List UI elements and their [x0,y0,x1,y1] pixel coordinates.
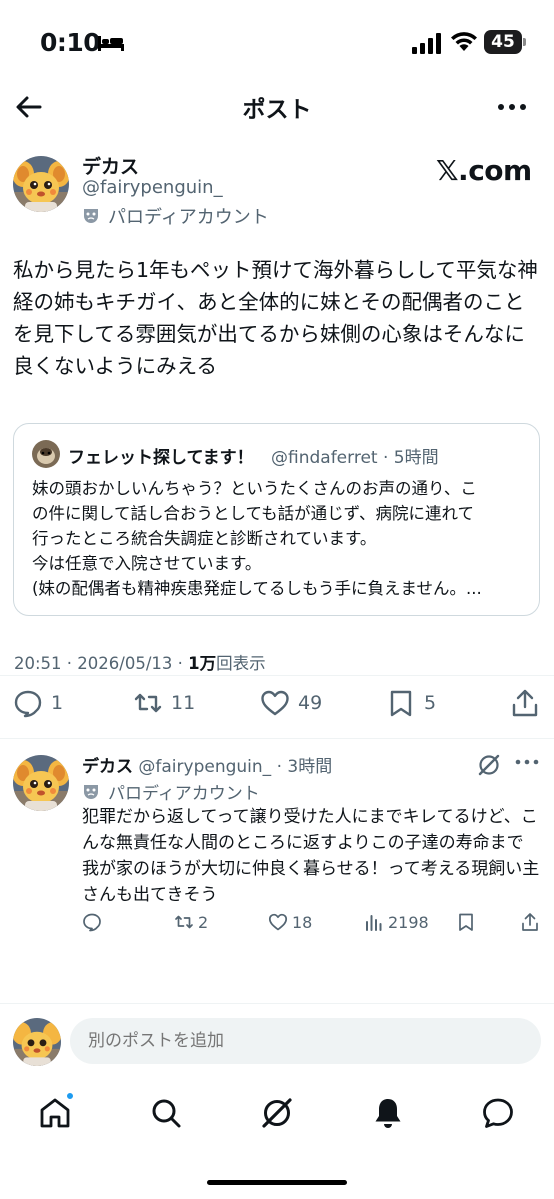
parody-mask-icon [84,209,98,223]
quote-line: の件に関して話し合おうとしても話が通じず、病院に連れて [32,504,475,523]
bookmark-icon [390,690,412,717]
divider [0,738,554,739]
reply-reply-button[interactable] [82,912,106,932]
signal-icon [412,33,441,54]
home-notification-dot [65,1091,75,1101]
timestamp-date: 20:51 · 2026/05/13 · [14,654,189,673]
post-timestamp: 20:51 · 2026/05/13 · 1万回表示 [14,650,266,674]
search-icon [152,1099,181,1128]
quote-line: 行ったところ統合失調症と診断されています。 [32,529,377,548]
repost-count: 11 [171,692,196,714]
message-icon [483,1098,513,1128]
quote-line: (妹の配偶者も精神疾患発症してるしもう手に負えません。... [32,579,482,598]
quote-text: 妹の頭おかしいんちゃう？というたくさんのお声の通り、こ の件に関して話し合おうと… [32,476,532,601]
parody-label: パロディアカウント [108,207,269,228]
reply-button[interactable]: 1 [13,688,63,718]
reply-views-button[interactable]: 2198 [364,912,429,932]
battery-icon: 45 [484,30,526,54]
views-chart-icon [366,915,382,931]
ferret-avatar-image [32,440,60,468]
author-name[interactable]: デカス [82,152,139,179]
bottom-nav [0,1085,554,1145]
quote-author-meta: @findaferret · 5時間 [271,448,439,468]
reply-header[interactable]: デカス @fairypenguin_ · 3時間 [82,752,332,777]
compose-avatar [13,1018,61,1066]
dedenne-avatar-image [13,755,69,811]
dedenne-avatar-image [13,1018,61,1066]
wifi-icon [451,32,477,51]
share-icon [522,913,538,931]
battery-level: 45 [484,30,522,54]
views-label: 回表示 [216,654,266,673]
share-button[interactable] [510,688,540,718]
parody-mask-icon [84,784,98,799]
bookmark-count: 5 [424,692,437,714]
bell-icon [375,1099,401,1128]
grok-icon [262,1098,292,1128]
add-post-input[interactable] [70,1018,541,1064]
bookmark-button[interactable]: 5 [386,688,436,718]
heart-icon [268,913,288,931]
nav-search[interactable] [148,1095,184,1131]
status-bar: 0:10 45 [0,0,554,90]
quote-author-avatar [32,440,60,468]
reply-text: 犯罪だから返してって譲り受けた人にまでキレてるけど、こんな無責任な人間のところに… [82,807,540,905]
author-avatar[interactable] [13,156,69,212]
reply-action-bar: 2 18 2198 [82,912,542,940]
grok-icon[interactable] [476,752,502,778]
reply-icon [14,690,42,718]
more-options-icon[interactable] [496,96,528,118]
like-button[interactable]: 49 [260,688,322,718]
post-action-bar: 1 11 49 5 [0,688,554,728]
quote-line: 妹の頭おかしいんちゃう？というたくさんのお声の通り、こ [32,479,477,498]
reply-share-button[interactable] [520,912,540,932]
repost-button[interactable]: 11 [133,688,195,718]
reply-bookmark-button[interactable] [456,912,476,932]
divider [0,1003,554,1004]
dedenne-avatar-image [13,156,69,212]
reply-author-avatar[interactable] [13,755,69,811]
heart-icon [261,690,289,716]
repost-icon [134,693,162,713]
like-count: 49 [298,692,323,714]
brand-watermark: 𝕏.com [436,154,532,187]
bookmark-icon [459,913,473,931]
nav-messages[interactable] [480,1095,516,1131]
reply-views-count: 2198 [388,912,429,932]
divider [0,675,554,676]
parody-badge: パロディアカウント [82,203,269,229]
post-text: 私から見たら1年もペット預けて海外暮らしして平気な神経の姉もキチガイ、あと全体的… [13,258,538,378]
page-title: ポスト [242,97,312,123]
nav-grok[interactable] [259,1095,295,1131]
views-count[interactable]: 1万 [188,654,216,673]
reply-icon [83,913,101,932]
quote-author-name: フェレット探してます！ [68,448,254,468]
reply-repost-button[interactable]: 2 [174,912,208,932]
nav-home[interactable] [37,1091,75,1131]
reply-like-button[interactable]: 18 [268,912,312,932]
nav-notifications[interactable] [370,1095,406,1131]
repost-icon [175,915,193,929]
reply-repost-count: 2 [198,912,209,932]
reply-more-icon[interactable] [514,752,540,772]
reply-author-meta: @fairypenguin_ · 3時間 [133,757,333,777]
quote-line: 今は任意で入院させています。 [32,554,262,573]
reply-author-name: デカス [82,757,133,777]
sleep-icon [98,36,124,51]
reply-like-count: 18 [292,912,313,932]
share-icon [512,689,538,717]
reply-parody-badge: パロディアカウント [82,779,260,804]
author-handle[interactable]: @fairypenguin_ [82,177,223,198]
reply-parody-label: パロディアカウント [108,784,260,804]
status-time: 0:10 [40,28,101,57]
home-indicator [207,1180,347,1185]
quoted-post-card[interactable]: フェレット探してます！ @findaferret · 5時間 妹の頭おかしいんち… [13,423,540,616]
reply-count: 1 [51,692,64,714]
